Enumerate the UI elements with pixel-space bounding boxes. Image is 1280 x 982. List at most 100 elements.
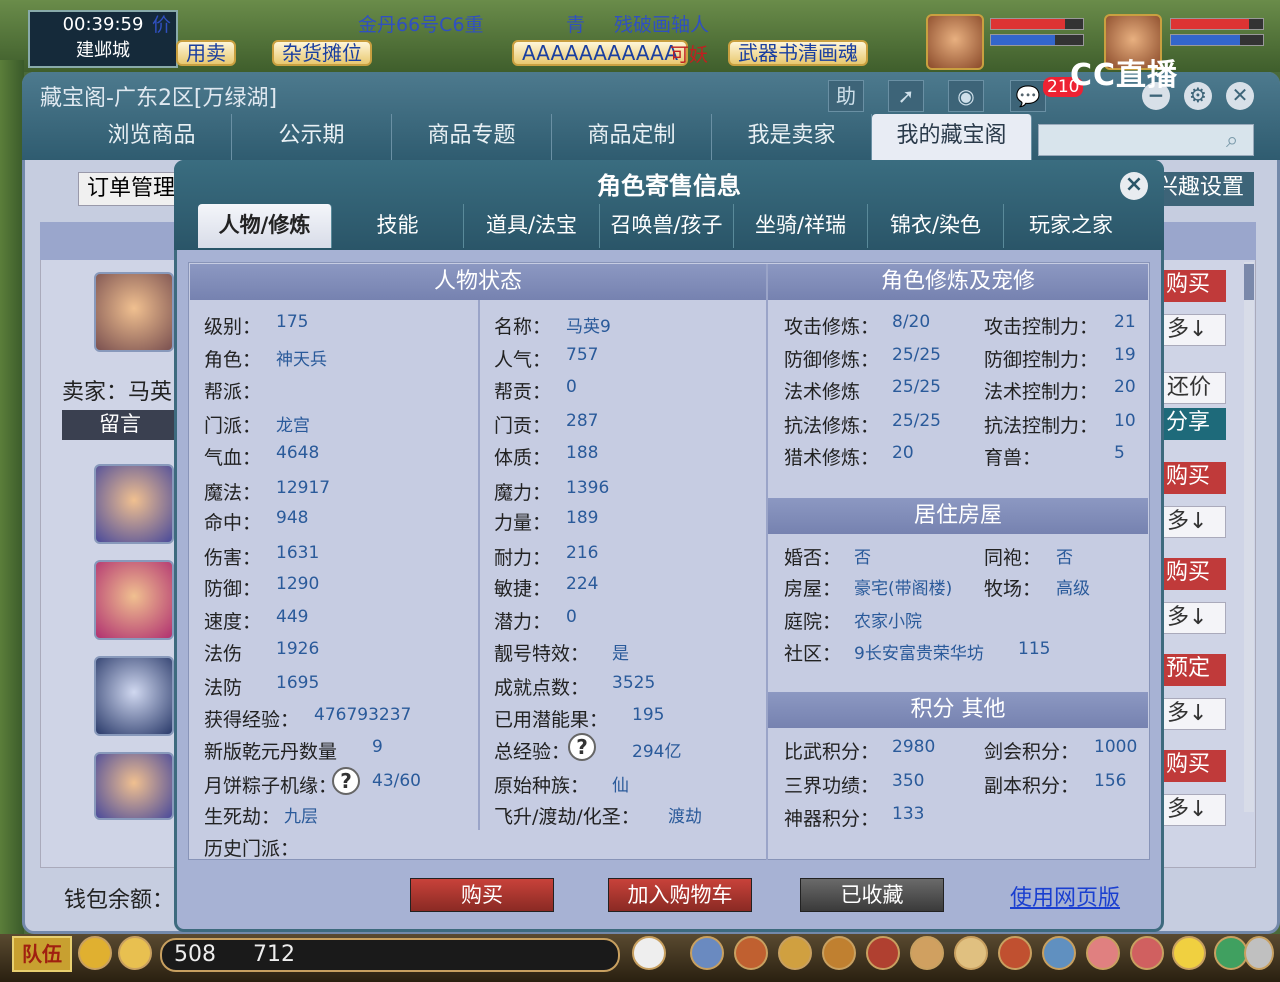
shop-icon[interactable] — [1130, 936, 1164, 970]
character-avatar[interactable] — [94, 656, 174, 736]
field-label: 人气： — [494, 349, 552, 371]
field-label: 猎术修炼： — [784, 447, 880, 469]
marquee-3: 残破画轴人 — [614, 14, 710, 36]
more-button[interactable]: 多↓ — [1160, 314, 1226, 346]
pet-icon[interactable] — [632, 936, 666, 970]
add-to-cart-button[interactable]: 加入购物车 — [608, 878, 752, 912]
smiley-icon[interactable] — [1172, 936, 1206, 970]
tab-character[interactable]: 人物/修炼 — [198, 204, 332, 248]
microphone-icon[interactable] — [78, 936, 112, 970]
settings-gear-icon[interactable]: ⚙ — [1184, 82, 1212, 110]
tab-skills[interactable]: 技能 — [332, 204, 464, 248]
tab-items[interactable]: 道具/法宝 — [464, 204, 600, 248]
gift-icon[interactable] — [910, 936, 944, 970]
field-label: 法伤 — [204, 643, 243, 665]
list-scrollbar[interactable] — [1244, 262, 1254, 812]
tab-mounts[interactable]: 坐骑/祥瑞 — [734, 204, 868, 248]
more-button[interactable]: 多↓ — [1160, 698, 1226, 730]
character-avatar[interactable] — [94, 272, 174, 352]
field-label: 命中： — [204, 512, 262, 534]
stall-button-1[interactable]: 用卖 — [176, 40, 236, 66]
field-label: 攻击控制力： — [984, 316, 1099, 338]
system-icon[interactable] — [1244, 936, 1274, 970]
scroll-icon[interactable] — [954, 936, 988, 970]
field-label: 法防 — [204, 677, 243, 699]
field-value: 25/25 — [892, 411, 941, 431]
cc-icon[interactable] — [1214, 936, 1248, 970]
team-icon[interactable] — [866, 936, 900, 970]
record-icon[interactable]: ◉ — [948, 80, 984, 112]
reserve-button[interactable]: 预定 — [1160, 654, 1226, 686]
more-button[interactable]: 多↓ — [1160, 602, 1226, 634]
tab-public[interactable]: 公示期 — [232, 114, 392, 160]
field-label: 耐力： — [494, 547, 552, 569]
tab-my-cbg[interactable]: 我的藏宝阁 — [872, 114, 1032, 160]
weapon-icon[interactable] — [690, 936, 724, 970]
character-avatar[interactable] — [94, 464, 174, 544]
skill-icon[interactable] — [778, 936, 812, 970]
tab-browse[interactable]: 浏览商品 — [72, 114, 232, 160]
interest-settings-button[interactable]: 兴趣设置 — [1150, 172, 1254, 206]
field-label: 名称： — [494, 316, 552, 338]
close-window-icon[interactable]: ✕ — [1226, 82, 1254, 110]
field-label: 比武积分： — [784, 741, 880, 763]
help-question-icon[interactable]: ? — [568, 733, 596, 761]
stall-button-2[interactable]: 杂货摊位 — [272, 40, 372, 66]
tab-custom[interactable]: 商品定制 — [552, 114, 712, 160]
stall-button-3[interactable]: AAAAAAAAAAA — [512, 40, 689, 66]
tab-seller[interactable]: 我是卖家 — [712, 114, 872, 160]
field-label: 抗法修炼： — [784, 415, 880, 437]
field-label: 生死劫： — [204, 806, 281, 828]
list-scrollbar-thumb[interactable] — [1244, 264, 1254, 300]
favorited-button[interactable]: 已收藏 — [800, 878, 944, 912]
tab-pets[interactable]: 召唤兽/孩子 — [600, 204, 734, 248]
field-value: 10 — [1114, 411, 1136, 431]
field-value: 8/20 — [892, 312, 931, 332]
character-avatar[interactable] — [94, 752, 174, 820]
field-label: 原始种族： — [494, 775, 590, 797]
tab-outfits[interactable]: 锦衣/染色 — [868, 204, 1004, 248]
more-button[interactable]: 多↓ — [1160, 794, 1226, 826]
tab-topics[interactable]: 商品专题 — [392, 114, 552, 160]
message-icon[interactable]: 💬 — [1010, 80, 1046, 112]
field-label: 新版乾元丹数量 — [204, 741, 338, 763]
field-value: 757 — [566, 345, 599, 365]
map-icon[interactable] — [1042, 936, 1076, 970]
field-value: 1631 — [276, 543, 320, 563]
tab-player-home[interactable]: 玩家之家 — [1004, 204, 1138, 248]
help-question-icon[interactable]: ? — [332, 767, 360, 795]
search-icon[interactable]: ⌕ — [1226, 128, 1238, 153]
bargain-button[interactable]: 还价 — [1160, 372, 1226, 404]
field-value: 否 — [854, 548, 871, 568]
help-button[interactable]: 助 — [828, 80, 864, 112]
buy-button[interactable]: 购买 — [410, 878, 554, 912]
leave-message-button[interactable]: 留言 — [62, 410, 178, 440]
search-input[interactable] — [1038, 124, 1254, 156]
share-arrow-icon[interactable]: ➚ — [888, 80, 924, 112]
close-icon[interactable]: × — [1120, 172, 1148, 200]
buy-button[interactable]: 购买 — [1160, 462, 1226, 494]
task-icon[interactable] — [822, 936, 856, 970]
team-button[interactable]: 队伍 — [12, 936, 72, 972]
field-label: 成就点数： — [494, 677, 590, 699]
chat-bubble-icon[interactable] — [118, 936, 152, 970]
field-label: 防御： — [204, 578, 262, 600]
character-avatar[interactable] — [94, 560, 174, 640]
buy-button[interactable]: 购买 — [1160, 270, 1226, 302]
coord-y: 712 — [253, 942, 295, 967]
stall-button-4[interactable]: 武器书清画魂 — [728, 40, 868, 66]
treasure-icon[interactable] — [998, 936, 1032, 970]
share-button[interactable]: 分享 — [1160, 408, 1226, 440]
event-icon[interactable] — [1086, 936, 1120, 970]
field-label: 婚否： — [784, 547, 842, 569]
order-management-button[interactable]: 订单管理 — [78, 172, 188, 206]
field-label: 已用潜能果： — [494, 709, 609, 731]
pet-portrait-icon[interactable] — [926, 14, 984, 70]
buy-button[interactable]: 购买 — [1160, 750, 1226, 782]
use-web-version-link[interactable]: 使用网页版 — [1010, 880, 1120, 912]
buy-button[interactable]: 购买 — [1160, 558, 1226, 590]
field-value: 龙宫 — [276, 416, 310, 436]
field-value: 20 — [892, 443, 914, 463]
bag-icon[interactable] — [734, 936, 768, 970]
more-button[interactable]: 多↓ — [1160, 506, 1226, 538]
